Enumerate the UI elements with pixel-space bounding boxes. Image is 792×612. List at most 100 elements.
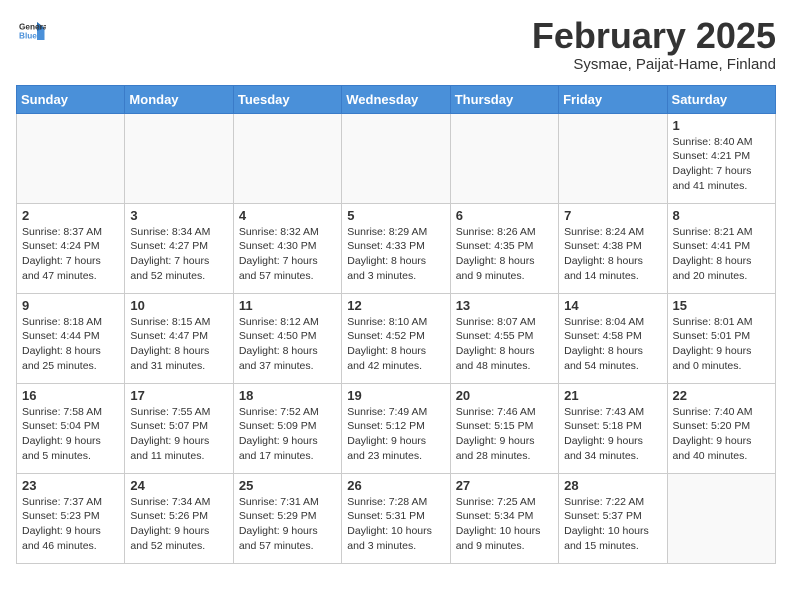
calendar-cell <box>17 113 125 203</box>
day-info: Sunrise: 8:26 AM Sunset: 4:35 PM Dayligh… <box>456 225 553 284</box>
day-info: Sunrise: 8:37 AM Sunset: 4:24 PM Dayligh… <box>22 225 119 284</box>
weekday-header-saturday: Saturday <box>667 85 775 113</box>
day-number: 17 <box>130 388 227 403</box>
day-number: 1 <box>673 118 770 133</box>
day-number: 22 <box>673 388 770 403</box>
day-info: Sunrise: 8:12 AM Sunset: 4:50 PM Dayligh… <box>239 315 336 374</box>
calendar-cell <box>233 113 341 203</box>
day-info: Sunrise: 8:29 AM Sunset: 4:33 PM Dayligh… <box>347 225 444 284</box>
svg-text:Blue: Blue <box>19 32 37 41</box>
week-row-5: 23 Sunrise: 7:37 AM Sunset: 5:23 PM Dayli… <box>17 473 776 563</box>
calendar-cell: 23 Sunrise: 7:37 AM Sunset: 5:23 PM Dayli… <box>17 473 125 563</box>
calendar-cell: 18Sunrise: 7:52 AM Sunset: 5:09 PM Dayli… <box>233 383 341 473</box>
calendar-cell: 5 Sunrise: 8:29 AM Sunset: 4:33 PM Daylig… <box>342 203 450 293</box>
day-number: 28 <box>564 478 661 493</box>
day-info: Sunrise: 7:49 AM Sunset: 5:12 PM Dayligh… <box>347 405 444 464</box>
calendar-cell: 9 Sunrise: 8:18 AM Sunset: 4:44 PM Daylig… <box>17 293 125 383</box>
day-number: 14 <box>564 298 661 313</box>
calendar-cell: 17Sunrise: 7:55 AM Sunset: 5:07 PM Dayli… <box>125 383 233 473</box>
weekday-header-tuesday: Tuesday <box>233 85 341 113</box>
day-number: 12 <box>347 298 444 313</box>
week-row-3: 9 Sunrise: 8:18 AM Sunset: 4:44 PM Daylig… <box>17 293 776 383</box>
weekday-header-thursday: Thursday <box>450 85 558 113</box>
day-info: Sunrise: 7:34 AM Sunset: 5:26 PM Dayligh… <box>130 495 227 554</box>
title-block: February 2025 Sysmae, Paijat-Hame, Finla… <box>532 16 776 73</box>
calendar-cell: 14 Sunrise: 8:04 AM Sunset: 4:58 PM Dayli… <box>559 293 667 383</box>
calendar-cell: 4 Sunrise: 8:32 AM Sunset: 4:30 PM Daylig… <box>233 203 341 293</box>
day-info: Sunrise: 7:58 AM Sunset: 5:04 PM Dayligh… <box>22 405 119 464</box>
day-number: 7 <box>564 208 661 223</box>
calendar-cell: 21 Sunrise: 7:43 AM Sunset: 5:18 PM Dayli… <box>559 383 667 473</box>
calendar-cell: 12 Sunrise: 8:10 AM Sunset: 4:52 PM Dayli… <box>342 293 450 383</box>
day-number: 26 <box>347 478 444 493</box>
day-number: 25 <box>239 478 336 493</box>
day-number: 9 <box>22 298 119 313</box>
day-info: Sunrise: 8:18 AM Sunset: 4:44 PM Dayligh… <box>22 315 119 374</box>
calendar-cell <box>559 113 667 203</box>
calendar-cell: 25 Sunrise: 7:31 AM Sunset: 5:29 PM Dayli… <box>233 473 341 563</box>
day-info: Sunrise: 7:43 AM Sunset: 5:18 PM Dayligh… <box>564 405 661 464</box>
day-info: Sunrise: 7:31 AM Sunset: 5:29 PM Dayligh… <box>239 495 336 554</box>
calendar-cell: 1 Sunrise: 8:40 AM Sunset: 4:21 PM Daylig… <box>667 113 775 203</box>
calendar-cell: 7 Sunrise: 8:24 AM Sunset: 4:38 PM Daylig… <box>559 203 667 293</box>
page-header: General Blue February 2025 Sysmae, Paija… <box>16 16 776 73</box>
logo-icon: General Blue <box>16 16 46 46</box>
day-info: Sunrise: 7:37 AM Sunset: 5:23 PM Dayligh… <box>22 495 119 554</box>
day-number: 24 <box>130 478 227 493</box>
calendar-table: SundayMondayTuesdayWednesdayThursdayFrid… <box>16 85 776 564</box>
day-info: Sunrise: 8:10 AM Sunset: 4:52 PM Dayligh… <box>347 315 444 374</box>
day-number: 6 <box>456 208 553 223</box>
calendar-cell <box>342 113 450 203</box>
calendar-cell: 2 Sunrise: 8:37 AM Sunset: 4:24 PM Daylig… <box>17 203 125 293</box>
weekday-header-monday: Monday <box>125 85 233 113</box>
calendar-cell: 3 Sunrise: 8:34 AM Sunset: 4:27 PM Daylig… <box>125 203 233 293</box>
calendar-cell: 27 Sunrise: 7:25 AM Sunset: 5:34 PM Dayli… <box>450 473 558 563</box>
day-number: 13 <box>456 298 553 313</box>
calendar-cell <box>667 473 775 563</box>
day-number: 18 <box>239 388 336 403</box>
day-number: 21 <box>564 388 661 403</box>
calendar-cell: 16 Sunrise: 7:58 AM Sunset: 5:04 PM Dayli… <box>17 383 125 473</box>
calendar-cell: 22Sunrise: 7:40 AM Sunset: 5:20 PM Dayli… <box>667 383 775 473</box>
day-info: Sunrise: 7:25 AM Sunset: 5:34 PM Dayligh… <box>456 495 553 554</box>
day-number: 20 <box>456 388 553 403</box>
calendar-cell: 10 Sunrise: 8:15 AM Sunset: 4:47 PM Dayli… <box>125 293 233 383</box>
day-number: 23 <box>22 478 119 493</box>
day-info: Sunrise: 8:21 AM Sunset: 4:41 PM Dayligh… <box>673 225 770 284</box>
day-info: Sunrise: 8:15 AM Sunset: 4:47 PM Dayligh… <box>130 315 227 374</box>
day-number: 5 <box>347 208 444 223</box>
day-number: 16 <box>22 388 119 403</box>
weekday-header-friday: Friday <box>559 85 667 113</box>
calendar-cell <box>125 113 233 203</box>
logo: General Blue <box>16 16 46 46</box>
day-number: 4 <box>239 208 336 223</box>
calendar-cell: 28 Sunrise: 7:22 AM Sunset: 5:37 PM Dayli… <box>559 473 667 563</box>
day-info: Sunrise: 7:28 AM Sunset: 5:31 PM Dayligh… <box>347 495 444 554</box>
weekday-header-row: SundayMondayTuesdayWednesdayThursdayFrid… <box>17 85 776 113</box>
day-info: Sunrise: 8:04 AM Sunset: 4:58 PM Dayligh… <box>564 315 661 374</box>
day-number: 10 <box>130 298 227 313</box>
day-info: Sunrise: 8:07 AM Sunset: 4:55 PM Dayligh… <box>456 315 553 374</box>
day-info: Sunrise: 7:46 AM Sunset: 5:15 PM Dayligh… <box>456 405 553 464</box>
week-row-4: 16 Sunrise: 7:58 AM Sunset: 5:04 PM Dayli… <box>17 383 776 473</box>
calendar-cell: 24 Sunrise: 7:34 AM Sunset: 5:26 PM Dayli… <box>125 473 233 563</box>
day-info: Sunrise: 8:40 AM Sunset: 4:21 PM Dayligh… <box>673 135 770 194</box>
day-number: 3 <box>130 208 227 223</box>
day-number: 2 <box>22 208 119 223</box>
week-row-1: 1 Sunrise: 8:40 AM Sunset: 4:21 PM Daylig… <box>17 113 776 203</box>
day-number: 27 <box>456 478 553 493</box>
day-info: Sunrise: 7:22 AM Sunset: 5:37 PM Dayligh… <box>564 495 661 554</box>
calendar-subtitle: Sysmae, Paijat-Hame, Finland <box>532 56 776 73</box>
day-number: 19 <box>347 388 444 403</box>
svg-text:General: General <box>19 23 46 32</box>
day-info: Sunrise: 8:32 AM Sunset: 4:30 PM Dayligh… <box>239 225 336 284</box>
calendar-cell: 11Sunrise: 8:12 AM Sunset: 4:50 PM Dayli… <box>233 293 341 383</box>
calendar-title: February 2025 <box>532 16 776 56</box>
day-info: Sunrise: 8:34 AM Sunset: 4:27 PM Dayligh… <box>130 225 227 284</box>
calendar-cell: 6 Sunrise: 8:26 AM Sunset: 4:35 PM Daylig… <box>450 203 558 293</box>
day-info: Sunrise: 8:24 AM Sunset: 4:38 PM Dayligh… <box>564 225 661 284</box>
week-row-2: 2 Sunrise: 8:37 AM Sunset: 4:24 PM Daylig… <box>17 203 776 293</box>
weekday-header-sunday: Sunday <box>17 85 125 113</box>
calendar-cell: 26 Sunrise: 7:28 AM Sunset: 5:31 PM Dayli… <box>342 473 450 563</box>
day-number: 8 <box>673 208 770 223</box>
